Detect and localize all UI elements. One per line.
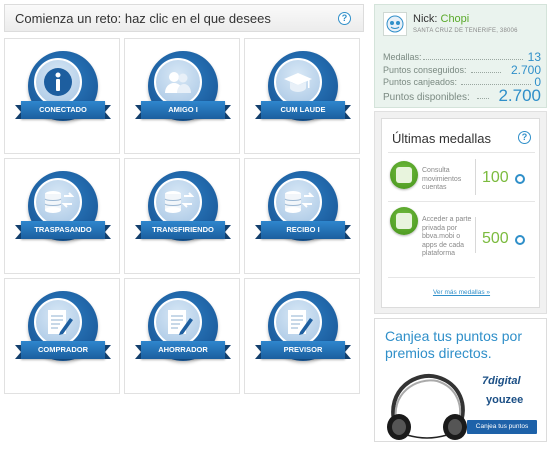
document-pen-icon bbox=[274, 298, 322, 346]
badge: COMPRADOR bbox=[15, 291, 111, 379]
challenge-tile-transfiriendo[interactable]: TRANSFIRIENDO bbox=[124, 158, 240, 274]
badge-label: PREVISOR bbox=[255, 341, 351, 359]
nick-name: Chopi bbox=[440, 13, 470, 25]
challenge-tile-recibo[interactable]: RECIBO I bbox=[244, 158, 360, 274]
stat-value: 13 bbox=[527, 50, 541, 64]
badge: TRANSFIRIENDO bbox=[135, 171, 231, 259]
document-pen-icon bbox=[34, 298, 82, 346]
promo-panel[interactable]: Canjea tus puntos por premios directos. … bbox=[374, 318, 547, 442]
medal-icon bbox=[390, 207, 418, 235]
document-pen-icon bbox=[154, 298, 202, 346]
badge: TRASPASANDO bbox=[15, 171, 111, 259]
stat-label: Puntos disponibles: bbox=[383, 92, 470, 103]
badge: PREVISOR bbox=[255, 291, 351, 379]
badge-label: TRANSFIRIENDO bbox=[135, 221, 231, 239]
challenge-tile-cum-laude[interactable]: CUM LAUDE bbox=[244, 38, 360, 154]
challenge-tile-ahorrador[interactable]: AHORRADOR bbox=[124, 278, 240, 394]
challenges-header: Comienza un reto: haz clic en el que des… bbox=[4, 4, 364, 32]
challenge-tile-previsor[interactable]: PREVISOR bbox=[244, 278, 360, 394]
redeem-points-button[interactable]: Canjea tus puntos bbox=[467, 420, 537, 434]
badge-label: CONECTADO bbox=[15, 101, 111, 119]
medal-points: 100 bbox=[482, 169, 509, 186]
stat-label: Puntos conseguidos: bbox=[383, 65, 467, 75]
nick-row: Nick: Chopi bbox=[413, 13, 469, 25]
badge: AMIGO I bbox=[135, 51, 231, 139]
badge-label: CUM LAUDE bbox=[255, 101, 351, 119]
challenge-tile-amigo[interactable]: AMIGO I bbox=[124, 38, 240, 154]
badge: RECIBO I bbox=[255, 171, 351, 259]
help-icon[interactable]: ? bbox=[518, 131, 531, 144]
user-location: SANTA CRUZ DE TENERIFE, 38006 bbox=[413, 28, 518, 34]
coins-transfer-icon bbox=[274, 178, 322, 226]
medal-points: 500 bbox=[482, 230, 509, 247]
help-icon[interactable]: ? bbox=[338, 12, 351, 25]
challenges-title: Comienza un reto: haz clic en el que des… bbox=[15, 11, 271, 26]
challenge-tile-traspasando[interactable]: TRASPASANDO bbox=[4, 158, 120, 274]
graduation-cap-icon bbox=[274, 58, 322, 106]
nick-label: Nick: bbox=[413, 13, 441, 25]
stat-label: Puntos canjeados: bbox=[383, 77, 458, 87]
headphones-image bbox=[387, 373, 467, 440]
more-medals-link[interactable]: Ver más medallas » bbox=[382, 289, 541, 296]
coin-icon bbox=[515, 174, 525, 184]
coins-transfer-icon bbox=[154, 178, 202, 226]
badge: AHORRADOR bbox=[135, 291, 231, 379]
stat-disponibles: Puntos disponibles: 2.700 bbox=[383, 86, 541, 105]
challenge-tile-comprador[interactable]: COMPRADOR bbox=[4, 278, 120, 394]
stat-label: Medallas: bbox=[383, 52, 422, 62]
info-icon bbox=[34, 58, 82, 106]
coin-icon bbox=[515, 235, 525, 245]
badge-label: TRASPASANDO bbox=[15, 221, 111, 239]
badge-label: RECIBO I bbox=[255, 221, 351, 239]
medal-description: Consulta movimientos cuentas bbox=[422, 167, 462, 191]
avatar bbox=[383, 12, 407, 36]
promo-title: Canjea tus puntos por premios directos. bbox=[385, 328, 522, 361]
brand-youzee-logo: youzee bbox=[486, 394, 524, 406]
medal-icon bbox=[390, 161, 418, 189]
coins-transfer-icon bbox=[34, 178, 82, 226]
medals-title: Últimas medallas bbox=[392, 131, 491, 146]
badge-label: AMIGO I bbox=[135, 101, 231, 119]
badge: CONECTADO bbox=[15, 51, 111, 139]
brand-7digital-logo: 7digital bbox=[482, 375, 521, 387]
user-panel: Nick: Chopi SANTA CRUZ DE TENERIFE, 3800… bbox=[374, 4, 547, 108]
badge-label: AHORRADOR bbox=[135, 341, 231, 359]
badge: CUM LAUDE bbox=[255, 51, 351, 139]
stat-value: 2.700 bbox=[498, 86, 541, 105]
badge-label: COMPRADOR bbox=[15, 341, 111, 359]
people-icon bbox=[154, 58, 202, 106]
challenge-tile-conectado[interactable]: CONECTADO bbox=[4, 38, 120, 154]
medals-panel: Últimas medallas ? Consulta movimientos … bbox=[381, 118, 540, 308]
stat-medallas: Medallas: 13 bbox=[383, 50, 541, 64]
medal-description: Acceder a parte privada por bbva.mobi o … bbox=[422, 216, 472, 257]
